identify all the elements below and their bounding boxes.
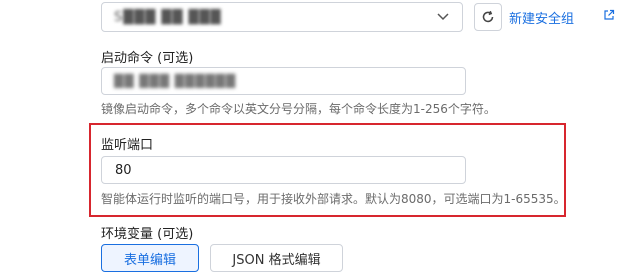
startup-command-value: ██ ███ ██████ <box>114 74 237 88</box>
security-group-select[interactable]: S███ ██ ███ <box>101 2 463 32</box>
listen-port-help: 智能体运行时监听的端口号，用于接收外部请求。默认为8080，可选端口为1-655… <box>101 192 566 206</box>
refresh-icon <box>482 10 494 23</box>
security-group-value: S███ ██ ███ <box>114 10 222 25</box>
startup-command-label: 启动命令 (可选) <box>101 51 194 66</box>
listen-port-label: 监听端口 <box>101 138 154 153</box>
env-vars-label: 环境变量 (可选) <box>101 227 194 242</box>
refresh-button[interactable] <box>474 3 502 31</box>
listen-port-value: 80 <box>115 163 132 178</box>
new-security-group-link[interactable]: 新建安全组 <box>509 8 574 27</box>
startup-command-help: 镜像启动命令，多个命令以英文分号分隔，每个命令长度为1-256个字符。 <box>101 102 496 116</box>
startup-command-input[interactable]: ██ ███ ██████ <box>101 67 466 95</box>
external-link-icon[interactable] <box>603 9 615 21</box>
listen-port-input[interactable]: 80 <box>101 156 466 184</box>
chevron-down-icon <box>437 13 449 21</box>
tab-json-edit[interactable]: JSON 格式编辑 <box>210 244 343 272</box>
tab-form-edit[interactable]: 表单编辑 <box>101 244 199 272</box>
